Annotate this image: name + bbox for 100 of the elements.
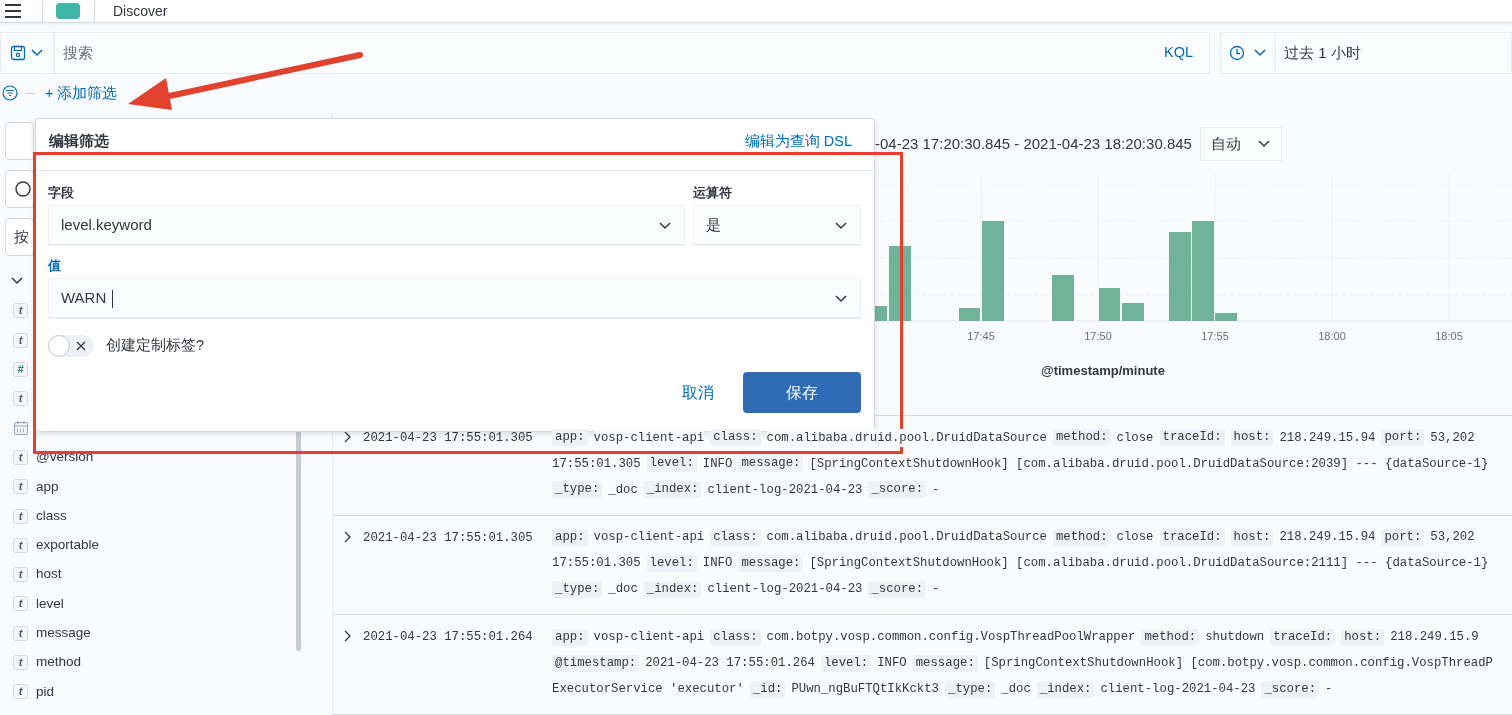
toggle-switch[interactable] [48,335,94,357]
field-key: app: [552,429,588,447]
save-query-button[interactable] [0,32,54,74]
value-combobox[interactable]: WARN [48,278,861,319]
field-key: _index: [1036,680,1095,698]
field-name[interactable]: level [36,593,64,615]
field-key: _score: [1261,680,1320,698]
caret-icon [658,219,673,232]
histogram-bar [959,307,980,321]
field-type-icon: t [13,596,28,612]
language-link[interactable]: KQL [1164,41,1193,64]
field-name[interactable]: message [36,623,91,644]
search-icon [14,180,32,199]
field-key: level: [646,455,697,473]
field-type-icon: # [13,362,28,378]
histogram-bar [1052,274,1074,321]
field-key: message: [738,455,804,473]
field-type-icon: t [13,567,28,583]
field-key: _type: [945,680,996,698]
field-type-icon: t [13,479,28,495]
caret-icon [834,219,848,232]
field-select[interactable]: level.keyword [48,205,686,246]
histogram-bar [1122,302,1144,321]
field-type-icon: t [13,508,28,524]
field-key: port: [1381,529,1425,547]
close-icon [75,340,87,352]
axis-title: @timestamp/minute [1040,361,1166,380]
field-type-icon: t [13,391,28,407]
field-key: traceId: [1159,529,1225,547]
field-name[interactable]: app [36,476,59,497]
date-range-text: -04-23 17:20:30.845 - 2021-04-23 18:20:30.845 [875,133,1192,154]
cancel-button[interactable]: 取消 [669,373,727,412]
field-key: traceId: [1159,429,1225,447]
save-button[interactable]: 保存 [743,372,861,413]
text-cursor [112,289,114,308]
field-type-icon: t [13,332,28,348]
field-filter-select[interactable]: 按 [5,218,34,257]
field-name[interactable]: host [36,564,62,585]
axis-tick-label: 17:45 [967,329,995,342]
field-search-field[interactable] [5,170,34,209]
menu-icon[interactable] [4,2,22,20]
field-key: class: [710,429,761,447]
field-key: message: [912,654,978,672]
page-title: Discover [113,1,168,21]
field-type-icon: t [13,303,28,319]
field-key: traceId: [1270,628,1336,646]
field-name[interactable]: class [36,505,67,527]
field-key: method: [1052,529,1111,547]
field-name[interactable]: pid [36,681,54,702]
field-type-icon: t [13,684,28,700]
field-value: com.alibaba.druid.pool.DruidDataSource [766,428,1047,448]
histogram-bar [1099,287,1120,321]
field-type-icon: t [13,625,28,641]
field-key: host: [1230,529,1274,547]
filter-icon[interactable] [2,85,18,102]
field-type-icon: t [13,449,28,465]
scrollbar[interactable] [296,429,301,652]
field-key: _type: [552,481,603,499]
histogram-bar [875,305,887,321]
field-key: app: [552,529,588,547]
field-label: 字段 [48,184,75,202]
field-type-icon: t [13,655,28,670]
axis-tick-label: 18:00 [1318,329,1346,342]
field-key: message: [738,555,804,573]
search-placeholder: 搜索 [63,42,93,63]
caret-icon [834,292,848,305]
edit-dsl-link[interactable]: 编辑为查询 DSL [744,130,852,153]
axis-tick-label: 17:50 [1084,329,1112,342]
field-key: host: [1341,628,1385,646]
field-label: 运算符 [693,184,734,202]
search-field[interactable]: 搜索 KQL [54,32,1210,74]
field-name[interactable]: exportable [36,535,100,556]
field-key: @timestamp: [552,654,640,672]
field-key: host: [1230,429,1274,447]
field-key: class: [710,628,761,646]
time-range-text: 过去 1 小时 [1284,42,1361,63]
field-key: _score: [868,581,927,599]
field-key: app: [552,628,588,646]
clock-icon [1229,44,1245,61]
field-key: _index: [643,581,702,599]
time-picker[interactable]: 过去 1 小时 [1220,32,1512,74]
field-key: method: [1141,628,1200,646]
field-type-icon: t [13,537,28,553]
field-key: method: [1052,429,1111,447]
timestamp-cell-text: 2021-04-23 17:55:01.305 [363,529,534,547]
operator-select[interactable]: 是 [693,205,861,246]
field-key: _index: [643,481,702,499]
field-name[interactable]: method [36,652,82,673]
toggle-label: 创建定制标签? [106,336,205,356]
interval-select[interactable]: 自动 [1199,126,1282,161]
field-key: _type: [552,581,603,599]
save-icon [10,44,26,61]
field-key: level: [820,654,872,672]
field-label: 值 [48,257,62,275]
axis-tick-label: 17:55 [1201,329,1229,342]
field-key: _id: [749,680,786,698]
calendar-icon [13,420,29,437]
field-key: _score: [868,481,927,499]
timestamp-cell-text: 2021-04-23 17:55:01.264 [363,629,534,647]
add-filter-link[interactable]: + 添加筛选 [45,82,118,105]
